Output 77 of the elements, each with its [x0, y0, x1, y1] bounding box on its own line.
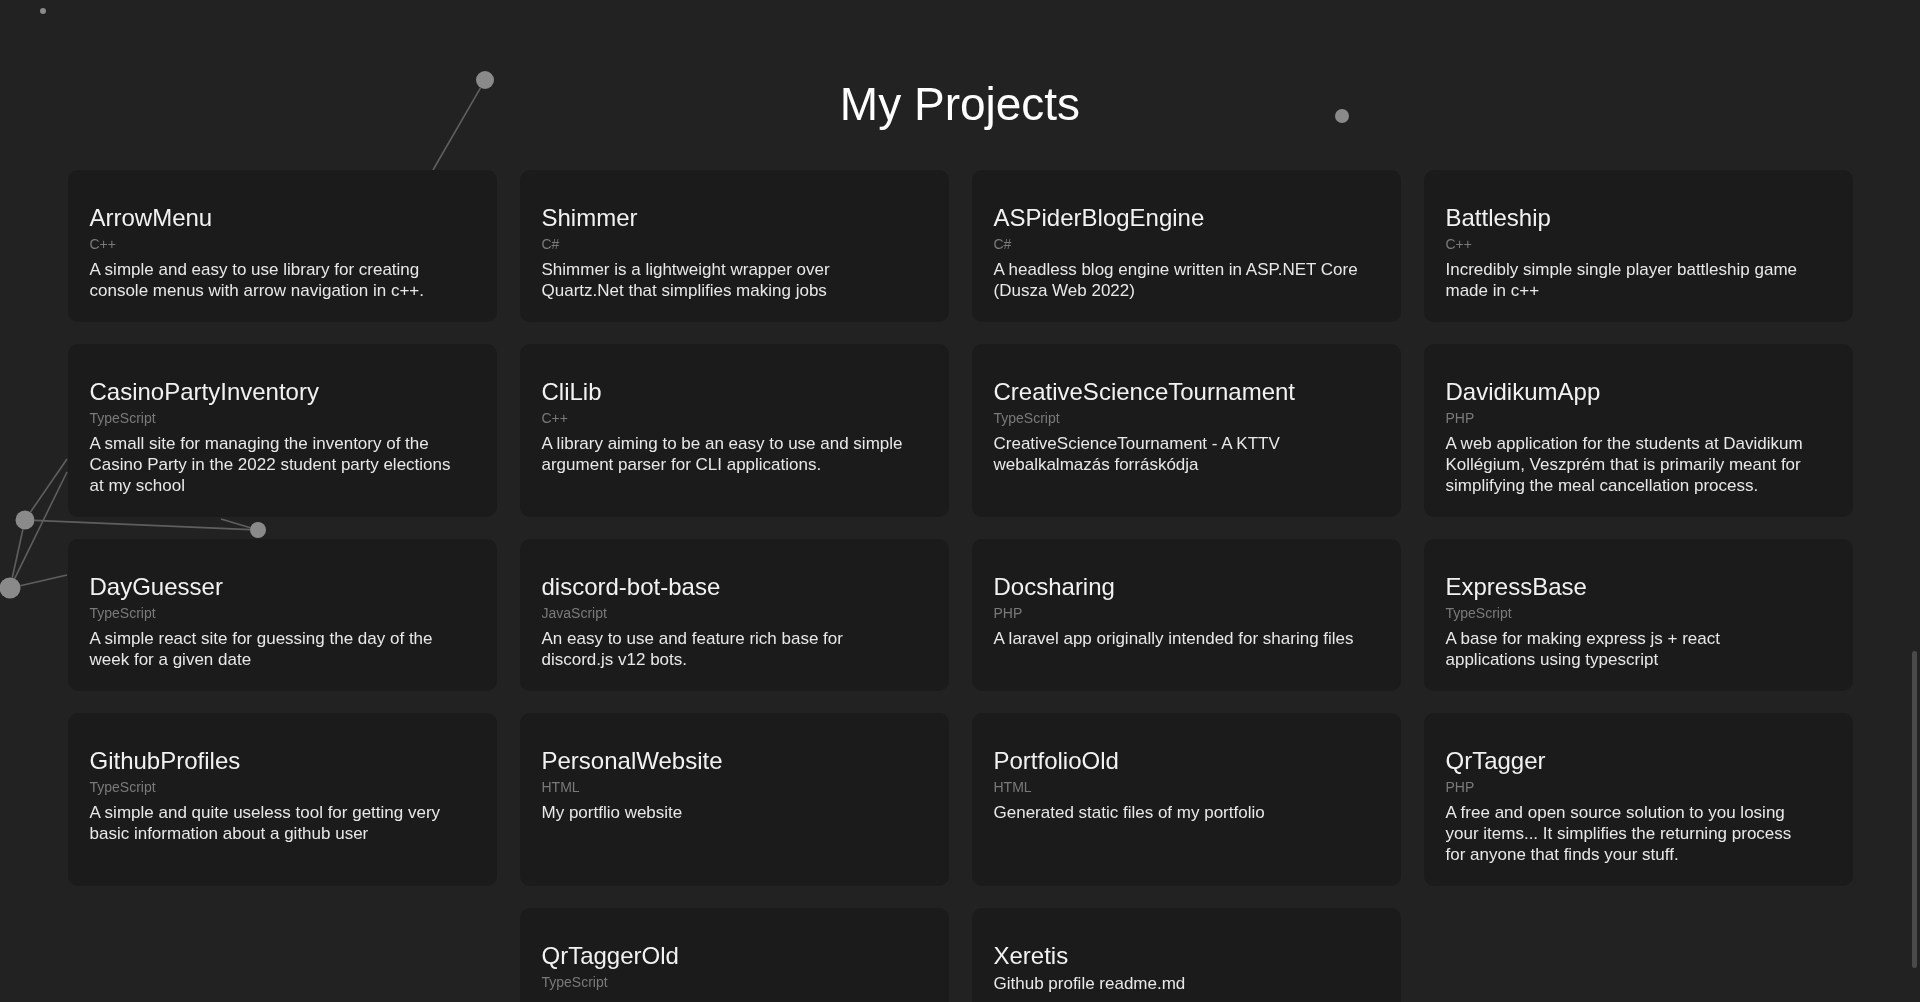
project-card[interactable]: ExpressBase TypeScript A base for making express js + react applications using typescript	[1423, 539, 1853, 691]
project-card[interactable]: ASPiderBlogEngine C# A headless blog engine written in ASP.NET Core (Dusza Web 2022)	[971, 170, 1401, 322]
project-card[interactable]: Docsharing PHP A laravel app originally intended for sharing files	[971, 539, 1401, 691]
project-card[interactable]: CreativeScienceTournament TypeScript CreativeScienceTournament - A KTTV webalkalmazás forráskódja	[971, 344, 1401, 517]
project-title: discord-bot-base	[541, 572, 721, 601]
project-title: CliLib	[541, 377, 602, 406]
project-card[interactable]: QrTaggerOld TypeScript	[519, 908, 949, 1002]
project-title: Docsharing	[993, 572, 1115, 601]
project-title: ASPiderBlogEngine	[993, 203, 1205, 232]
project-description: A web application for the students at Davidikum Kollégium, Veszprém that is primarily meant for simplifying the meal cancellation process.	[1445, 433, 1804, 496]
project-card[interactable]: Battleship C++ Incredibly simple single player battleship game made in c++	[1423, 170, 1853, 322]
particle-dot	[250, 522, 266, 538]
project-description: A library aiming to be an easy to use and simple argument parser for CLI applications.	[541, 433, 904, 475]
language-label: JavaScript	[541, 604, 607, 622]
language-label: TypeScript	[89, 604, 156, 622]
project-description: Shimmer is a lightweight wrapper over Quartz.Net that simplifies making jobs	[541, 259, 831, 301]
particle-dot	[1335, 109, 1349, 123]
project-card[interactable]: discord-bot-base JavaScript An easy to use and feature rich base for discord.js v12 bots.	[519, 539, 949, 691]
project-title: QrTagger	[1445, 746, 1546, 775]
project-title: PersonalWebsite	[541, 746, 723, 775]
project-title: Battleship	[1445, 203, 1551, 232]
language-label: C#	[541, 235, 560, 253]
language-label: HTML	[993, 778, 1032, 796]
project-title: PortfolioOld	[993, 746, 1119, 775]
particle-dot	[476, 71, 494, 89]
language-label: C++	[1445, 235, 1472, 253]
project-card[interactable]: GithubProfiles TypeScript A simple and quite useless tool for getting very basic information about a github user	[67, 713, 497, 886]
project-description: A small site for managing the inventory of the Casino Party in the 2022 student party elections at my school	[89, 433, 452, 496]
project-description: A headless blog engine written in ASP.NET Core (Dusza Web 2022)	[993, 259, 1359, 301]
project-description: A base for making express js + react applications using typescript	[1445, 628, 1721, 670]
project-card[interactable]: PersonalWebsite HTML My portflio website	[519, 713, 949, 886]
project-card[interactable]: QrTagger PHP A free and open source solution to you losing your items... It simplifies the returning process for anyone that finds your stuff.	[1423, 713, 1853, 886]
project-description: CreativeScienceTournament - A KTTV webalkalmazás forráskódja	[993, 433, 1281, 475]
language-label: C++	[541, 409, 568, 427]
project-title: GithubProfiles	[89, 746, 241, 775]
project-description: A simple and quite useless tool for getting very basic information about a github user	[89, 802, 442, 844]
project-title: ArrowMenu	[89, 203, 213, 232]
project-description: A simple and easy to use library for creating console menus with arrow navigation in c++.	[89, 259, 425, 301]
project-card[interactable]: CliLib C++ A library aiming to be an easy to use and simple argument parser for CLI applications.	[519, 344, 949, 517]
project-description: A laravel app originally intended for sharing files	[993, 628, 1354, 649]
project-card[interactable]: CasinoPartyInventory TypeScript A small site for managing the inventory of the Casino Party in the 2022 student party elections at my school	[67, 344, 497, 517]
project-title: CasinoPartyInventory	[89, 377, 319, 406]
language-label: TypeScript	[541, 973, 608, 991]
project-description: My portflio website	[541, 802, 683, 823]
project-title: Shimmer	[541, 203, 638, 232]
project-title: CreativeScienceTournament	[993, 377, 1295, 406]
project-card[interactable]: DayGuesser TypeScript A simple react site for guessing the day of the week for a given date	[67, 539, 497, 691]
project-card[interactable]: PortfolioOld HTML Generated static files of my portfolio	[971, 713, 1401, 886]
language-label: TypeScript	[1445, 604, 1512, 622]
project-description: Incredibly simple single player battleship game made in c++	[1445, 259, 1798, 301]
project-title: DavidikumApp	[1445, 377, 1601, 406]
project-title: DayGuesser	[89, 572, 223, 601]
language-label: C#	[993, 235, 1012, 253]
project-description: A simple react site for guessing the day of the week for a given date	[89, 628, 434, 670]
particle-dot	[15, 510, 35, 530]
project-title: ExpressBase	[1445, 572, 1587, 601]
particle-dot	[40, 8, 46, 14]
project-title: Xeretis	[993, 941, 1069, 970]
project-description: Github profile readme.md	[993, 973, 1186, 994]
project-card[interactable]: Xeretis Github profile readme.md	[971, 908, 1401, 1002]
language-label: C++	[89, 235, 116, 253]
language-label: TypeScript	[993, 409, 1060, 427]
language-label: TypeScript	[89, 778, 156, 796]
scrollbar-thumb[interactable]	[1912, 651, 1917, 968]
project-card[interactable]: Shimmer C# Shimmer is a lightweight wrapper over Quartz.Net that simplifies making jobs	[519, 170, 949, 322]
language-label: PHP	[1445, 778, 1475, 796]
project-description: An easy to use and feature rich base for discord.js v12 bots.	[541, 628, 844, 670]
project-card[interactable]: ArrowMenu C++ A simple and easy to use library for creating console menus with arrow navigation in c++.	[67, 170, 497, 322]
project-description: Generated static files of my portfolio	[993, 802, 1265, 823]
language-label: HTML	[541, 778, 580, 796]
language-label: PHP	[993, 604, 1023, 622]
page-heading: My Projects	[839, 77, 1081, 132]
project-card[interactable]: DavidikumApp PHP A web application for the students at Davidikum Kollégium, Veszprém that is primarily meant for simplifying the meal cancellation process.	[1423, 344, 1853, 517]
project-title: QrTaggerOld	[541, 941, 679, 970]
project-description: A free and open source solution to you losing your items... It simplifies the returning process for anyone that finds your stuff.	[1445, 802, 1793, 865]
language-label: PHP	[1445, 409, 1475, 427]
language-label: TypeScript	[89, 409, 156, 427]
